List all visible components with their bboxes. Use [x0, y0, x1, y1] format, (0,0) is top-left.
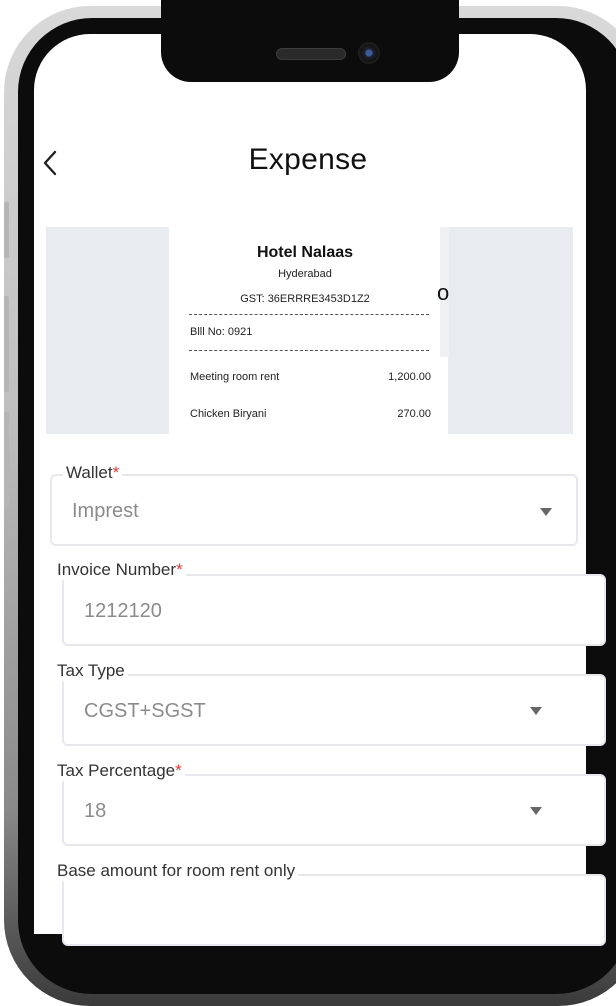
- receipt-bill-number: Blll No: 0921: [190, 326, 253, 338]
- required-marker: *: [176, 560, 183, 579]
- base-amount-label: Base amount for room rent only: [54, 861, 299, 881]
- speaker-grille: [276, 48, 346, 60]
- receipt-gst: GST: 36ERRRE3453D1Z2: [240, 293, 370, 305]
- invoice-number-input[interactable]: 1212120: [62, 574, 606, 646]
- tax-percentage-label: Tax Percentage*: [54, 761, 185, 781]
- receipt-divider: [189, 314, 429, 315]
- wallet-label-text: Wallet: [66, 463, 113, 482]
- base-amount-input[interactable]: [62, 874, 606, 946]
- tax-type-select[interactable]: CGST+SGST: [62, 674, 606, 746]
- receipt-preview[interactable]: Hotel Nalaas Hyderabad GST: 36ERRRE3453D…: [46, 227, 573, 434]
- volume-down-button: [4, 412, 9, 508]
- receipt-city: Hyderabad: [278, 268, 332, 280]
- invoice-number-value: 1212120: [84, 600, 162, 622]
- receipt-item-amount: 1,200.00: [388, 371, 431, 383]
- receipt-item-amount: 270.00: [397, 408, 431, 420]
- chevron-down-icon: [530, 807, 542, 815]
- chevron-down-icon: [530, 707, 542, 715]
- tax-percentage-value: 18: [84, 800, 107, 822]
- receipt-divider: [189, 350, 429, 351]
- receipt-item-name: Meeting room rent: [190, 371, 280, 383]
- tax-percentage-select[interactable]: 18: [62, 774, 606, 846]
- wallet-value: Imprest: [72, 500, 139, 522]
- chevron-down-icon: [540, 508, 552, 516]
- receipt-next-page-peek: o: [437, 280, 450, 305]
- tax-percentage-label-text: Tax Percentage: [57, 761, 176, 780]
- page-title: Expense: [248, 143, 368, 176]
- receipt-hotel-name: Hotel Nalaas: [256, 244, 354, 261]
- invoice-number-label: Invoice Number*: [54, 560, 186, 580]
- wallet-select[interactable]: Imprest: [50, 474, 578, 546]
- required-marker: *: [175, 761, 182, 780]
- wallet-label: Wallet*: [63, 463, 123, 483]
- phone-notch: [161, 0, 459, 82]
- tax-type-value: CGST+SGST: [84, 700, 206, 722]
- receipt-image: Hotel Nalaas Hyderabad GST: 36ERRRE3453D…: [169, 227, 448, 434]
- invoice-number-label-text: Invoice Number: [57, 560, 177, 579]
- mute-switch: [4, 202, 9, 258]
- front-camera: [358, 42, 380, 64]
- volume-up-button: [4, 296, 9, 392]
- receipt-item-name: Chicken Biryani: [190, 408, 267, 420]
- required-marker: *: [112, 463, 120, 482]
- tax-type-label: Tax Type: [54, 661, 128, 681]
